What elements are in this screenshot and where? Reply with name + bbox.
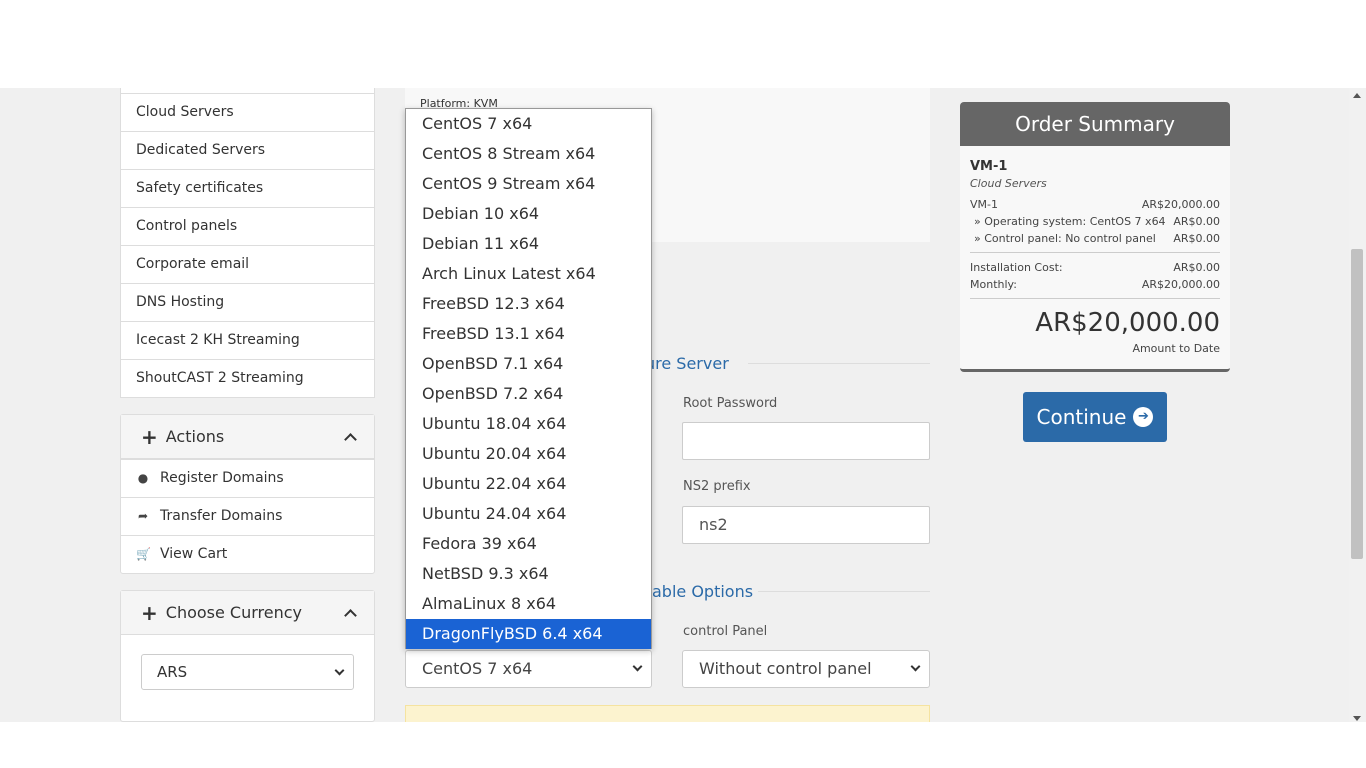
- os-option[interactable]: CentOS 7 x64: [406, 109, 651, 139]
- actions-panel: + Actions ● Register Domains ➦ Transfer …: [120, 414, 375, 574]
- os-option[interactable]: OpenBSD 7.2 x64: [406, 379, 651, 409]
- order-summary-title: Order Summary: [960, 102, 1230, 146]
- action-label: View Cart: [160, 546, 228, 562]
- actions-title: Actions: [165, 427, 225, 446]
- chevron-up-icon[interactable]: [344, 431, 356, 443]
- category-item[interactable]: Dedicated Servers: [121, 131, 374, 169]
- os-option[interactable]: Debian 10 x64: [406, 199, 651, 229]
- currency-select[interactable]: ARS: [141, 654, 354, 690]
- summary-installation: Installation Cost: AR$0.00: [970, 259, 1220, 276]
- os-option[interactable]: CentOS 9 Stream x64: [406, 169, 651, 199]
- line-label: Monthly:: [970, 278, 1017, 291]
- os-option[interactable]: Ubuntu 18.04 x64: [406, 409, 651, 439]
- line-value: AR$0.00: [1173, 232, 1220, 245]
- section-divider: [748, 363, 930, 364]
- action-label: Register Domains: [160, 470, 284, 486]
- share-icon: ➦: [137, 509, 149, 523]
- chevron-down-icon: [910, 661, 921, 672]
- os-option[interactable]: Ubuntu 24.04 x64: [406, 499, 651, 529]
- configurable-options-title: able Options: [652, 582, 754, 601]
- chevron-down-icon: [334, 665, 345, 676]
- os-option[interactable]: NetBSD 9.3 x64: [406, 559, 651, 589]
- currency-title: Choose Currency: [165, 603, 303, 622]
- os-option[interactable]: AlmaLinux 8 x64: [406, 589, 651, 619]
- arrow-right-circle-icon: ➔: [1133, 407, 1154, 427]
- action-label: Transfer Domains: [160, 508, 283, 524]
- summary-product-name: VM-1: [970, 159, 1008, 174]
- cart-icon: 🛒: [136, 547, 151, 561]
- action-transfer-domains[interactable]: ➦ Transfer Domains: [121, 497, 374, 535]
- line-label: » Operating system: CentOS 7 x64: [974, 215, 1166, 228]
- control-panel-label: control Panel: [683, 624, 768, 639]
- continue-label: Continue: [1036, 405, 1127, 429]
- chevron-down-icon: [632, 661, 643, 672]
- line-value: AR$0.00: [1173, 215, 1220, 228]
- chevron-up-icon[interactable]: [344, 607, 356, 619]
- line-label: VM-1: [970, 198, 998, 211]
- summary-total: AR$20,000.00: [1035, 308, 1220, 338]
- os-dropdown-list[interactable]: CentOS 7 x64 CentOS 8 Stream x64 CentOS …: [405, 108, 652, 649]
- os-option-highlighted[interactable]: DragonFlyBSD 6.4 x64: [406, 619, 651, 649]
- category-item[interactable]: Control panels: [121, 207, 374, 245]
- summary-sub-item: » Operating system: CentOS 7 x64 AR$0.00: [970, 213, 1220, 230]
- alert-box: [405, 705, 930, 722]
- line-label: » Control panel: No control panel: [974, 232, 1156, 245]
- category-item[interactable]: Corporate email: [121, 245, 374, 283]
- plus-icon: +: [141, 424, 158, 449]
- os-selected: CentOS 7 x64: [422, 659, 533, 678]
- os-option[interactable]: Arch Linux Latest x64: [406, 259, 651, 289]
- currency-panel: + Choose Currency ARS: [120, 590, 375, 722]
- os-option[interactable]: Debian 11 x64: [406, 229, 651, 259]
- line-label: Installation Cost:: [970, 261, 1063, 274]
- category-list: Cloud Servers Dedicated Servers Safety c…: [120, 88, 375, 398]
- os-option[interactable]: OpenBSD 7.1 x64: [406, 349, 651, 379]
- os-option[interactable]: Ubuntu 20.04 x64: [406, 439, 651, 469]
- actions-panel-header[interactable]: + Actions: [121, 415, 374, 459]
- category-item[interactable]: ShoutCAST 2 Streaming: [121, 359, 374, 397]
- scroll-up-icon[interactable]: [1353, 93, 1361, 98]
- action-view-cart[interactable]: 🛒 View Cart: [121, 535, 374, 573]
- summary-line-item: VM-1 AR$20,000.00: [970, 196, 1220, 213]
- category-item[interactable]: Cloud Servers: [121, 93, 374, 131]
- category-item[interactable]: Icecast 2 KH Streaming: [121, 321, 374, 359]
- globe-icon: ●: [137, 471, 149, 485]
- category-item[interactable]: Safety certificates: [121, 169, 374, 207]
- line-value: AR$20,000.00: [1141, 198, 1220, 211]
- control-panel-select[interactable]: Without control panel: [682, 650, 930, 688]
- ns2-prefix-input[interactable]: ns2: [682, 506, 930, 544]
- summary-total-label: Amount to Date: [1132, 342, 1220, 355]
- os-option[interactable]: CentOS 8 Stream x64: [406, 139, 651, 169]
- os-option[interactable]: Fedora 39 x64: [406, 529, 651, 559]
- scroll-down-icon[interactable]: [1353, 716, 1361, 721]
- line-value: AR$0.00: [1173, 261, 1220, 274]
- summary-sub-item: » Control panel: No control panel AR$0.0…: [970, 230, 1220, 247]
- root-password-label: Root Password: [683, 396, 778, 411]
- plus-icon: +: [141, 600, 158, 625]
- section-divider: [758, 591, 930, 592]
- root-password-input[interactable]: [682, 422, 930, 460]
- os-option[interactable]: Ubuntu 22.04 x64: [406, 469, 651, 499]
- ns2-prefix-label: NS2 prefix: [683, 479, 751, 494]
- action-register-domains[interactable]: ● Register Domains: [121, 459, 374, 497]
- os-select[interactable]: CentOS 7 x64: [405, 650, 652, 688]
- summary-product-group: Cloud Servers: [970, 177, 1047, 190]
- control-panel-selected: Without control panel: [699, 659, 872, 678]
- continue-button[interactable]: Continue ➔: [1023, 392, 1167, 442]
- currency-selected: ARS: [157, 663, 188, 681]
- category-item[interactable]: DNS Hosting: [121, 283, 374, 321]
- order-summary: Order Summary VM-1 Cloud Servers VM-1 AR…: [960, 102, 1230, 372]
- line-value: AR$20,000.00: [1141, 278, 1220, 291]
- currency-panel-header[interactable]: + Choose Currency: [121, 591, 374, 635]
- page-viewport: Cloud Servers Dedicated Servers Safety c…: [0, 88, 1366, 722]
- summary-monthly: Monthly: AR$20,000.00: [970, 276, 1220, 293]
- summary-divider: [970, 252, 1220, 253]
- os-option[interactable]: FreeBSD 13.1 x64: [406, 319, 651, 349]
- scrollbar-thumb[interactable]: [1351, 249, 1363, 559]
- configure-server-title: ure Server: [645, 354, 729, 373]
- summary-divider: [970, 298, 1220, 299]
- os-option[interactable]: FreeBSD 12.3 x64: [406, 289, 651, 319]
